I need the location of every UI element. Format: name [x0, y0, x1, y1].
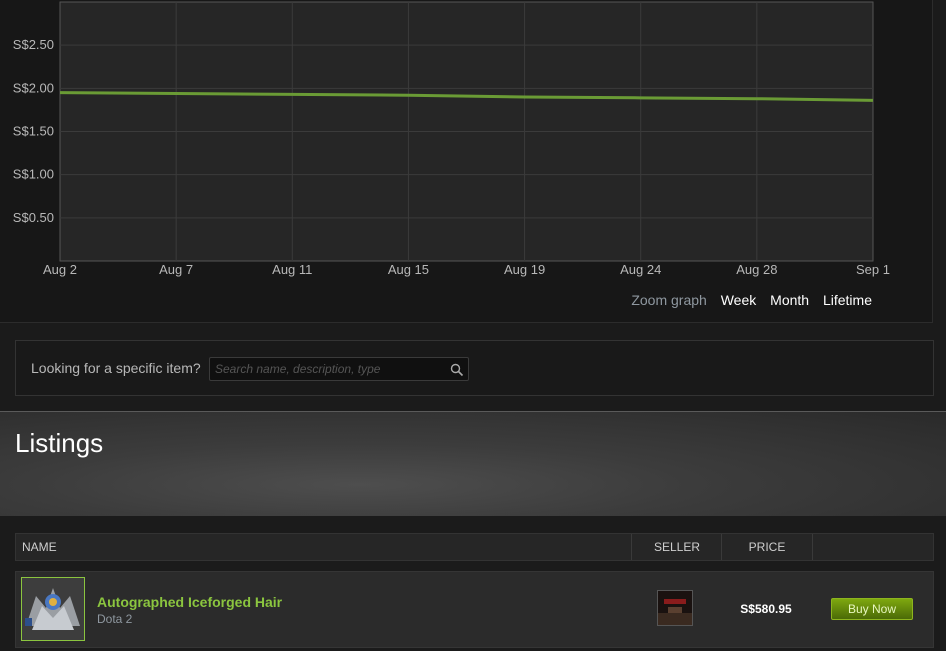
search-input[interactable]: [210, 358, 450, 380]
x-tick-label: Aug 2: [43, 262, 77, 277]
zoom-lifetime-link[interactable]: Lifetime: [823, 292, 872, 308]
listing-price: S$580.95: [740, 602, 792, 616]
y-tick-label: S$1.50: [13, 124, 54, 139]
item-thumbnail[interactable]: [21, 577, 85, 641]
column-header-name: NAME: [22, 540, 57, 554]
zoom-month-link[interactable]: Month: [770, 292, 809, 308]
item-hair-image: [22, 578, 84, 640]
y-tick-label: S$1.00: [13, 167, 54, 182]
listing-row: Autographed Iceforged Hair Dota 2 S$580.…: [15, 571, 934, 648]
buy-now-button[interactable]: Buy Now: [831, 598, 913, 620]
price-history-chart: S$0.50 S$1.00 S$1.50 S$2.00 S$2.50 Aug 2 Aug 7…: [13, 1, 890, 277]
zoom-graph-label: Zoom graph: [631, 292, 707, 308]
listings-header-band: Listings: [0, 411, 946, 516]
search-box[interactable]: [209, 357, 469, 381]
item-name-link[interactable]: Autographed Iceforged Hair: [97, 594, 282, 610]
x-tick-label: Aug 24: [620, 262, 661, 277]
x-tick-label: Aug 19: [504, 262, 545, 277]
listings-title: Listings: [15, 428, 104, 458]
seller-avatar-image: [658, 591, 692, 625]
column-header-seller: SELLER: [631, 534, 722, 560]
seller-avatar[interactable]: [657, 590, 693, 626]
price-history-panel: S$0.50 S$1.00 S$1.50 S$2.00 S$2.50 Aug 2 Aug 7…: [0, 0, 933, 323]
zoom-week-link[interactable]: Week: [721, 292, 757, 308]
x-tick-label: Aug 11: [272, 262, 312, 277]
listings-table-header: NAME SELLER PRICE: [15, 533, 934, 561]
zoom-controls: Zoom graph Week Month Lifetime: [621, 292, 872, 308]
search-icon[interactable]: [450, 363, 464, 377]
y-tick-label: S$2.50: [13, 37, 54, 52]
x-tick-label: Sep 1: [856, 262, 890, 277]
y-tick-label: S$2.00: [13, 80, 54, 95]
item-search-panel: Looking for a specific item?: [15, 340, 934, 396]
x-tick-label: Aug 15: [388, 262, 429, 277]
search-label: Looking for a specific item?: [31, 360, 201, 376]
item-game-name: Dota 2: [97, 612, 133, 626]
column-header-price: PRICE: [721, 534, 813, 560]
x-tick-label: Aug 28: [736, 262, 777, 277]
y-tick-label: S$0.50: [13, 210, 54, 225]
x-tick-label: Aug 7: [159, 262, 193, 277]
